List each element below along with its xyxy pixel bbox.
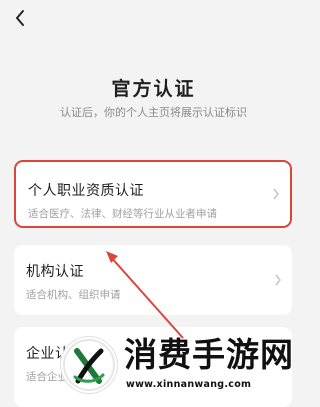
card-title: 个人职业资质认证 — [28, 183, 144, 199]
page-title: 官方认证 — [111, 78, 196, 100]
page-subtitle: 认证后，你的个人主页将展示认证标识 — [60, 106, 247, 119]
chevron-left-icon — [16, 10, 24, 26]
watermark-text: 消费手游网 — [124, 335, 294, 374]
watermark-logo-icon — [60, 336, 118, 394]
watermark: 消费手游网 www.xinnanwang.com — [60, 334, 307, 400]
chevron-right-icon — [273, 188, 279, 200]
institution-certification-card[interactable]: 机构认证 适合机构、组织申请 — [14, 245, 292, 315]
card-description: 适合医疗、法律、财经等行业从业者申请 — [28, 208, 217, 220]
chevron-right-icon — [275, 274, 281, 286]
watermark-url: www.xinnanwang.com — [126, 379, 252, 390]
card-title: 机构认证 — [26, 264, 84, 280]
card-description: 适合机构、组织申请 — [26, 289, 121, 301]
back-button[interactable] — [8, 6, 32, 30]
personal-professional-certification-card[interactable]: 个人职业资质认证 适合医疗、法律、财经等行业从业者申请 — [14, 160, 292, 228]
